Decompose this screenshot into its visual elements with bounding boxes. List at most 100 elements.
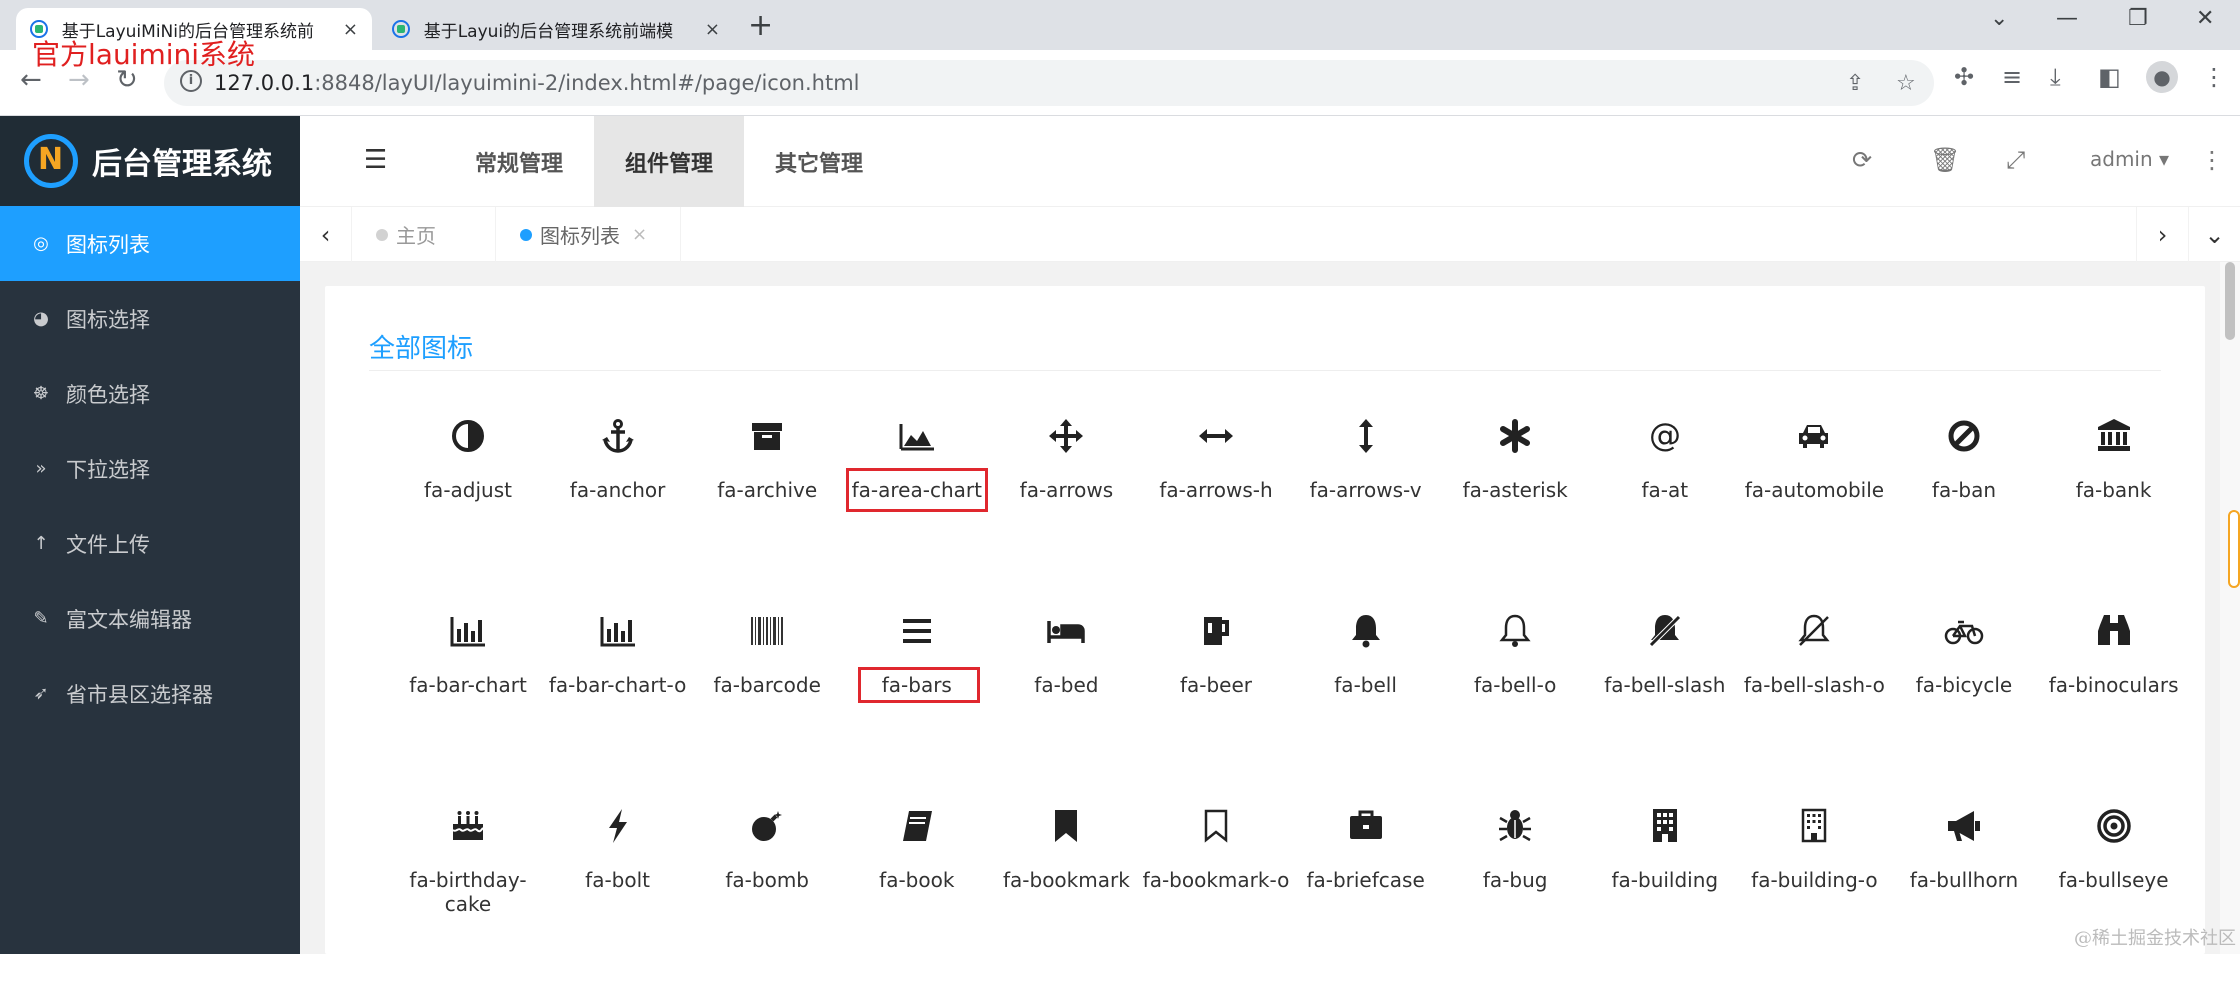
address-bar[interactable]: i 127.0.0.1:8848/layUI/layuimini-2/index…	[164, 60, 1934, 106]
topnav-components[interactable]: 组件管理	[594, 116, 744, 207]
icon-item[interactable]: fa-book	[842, 796, 992, 986]
close-page-tab-icon[interactable]: ×	[632, 224, 647, 245]
icon-item[interactable]: fa-bars	[842, 601, 992, 791]
sidebar-item[interactable]: » 下拉选择	[0, 431, 300, 506]
tab-search-icon[interactable]: ⌄	[1990, 6, 2008, 31]
topnav-other[interactable]: 其它管理	[744, 116, 894, 207]
sidebar-item[interactable]: ☸ 颜色选择	[0, 356, 300, 431]
tabs-scroll-right-icon[interactable]: ›	[2136, 207, 2188, 262]
bookmark-star-icon[interactable]: ☆	[1896, 71, 1916, 96]
icon-item[interactable]: fa-arrows-h	[1141, 406, 1291, 596]
icon-item[interactable]: fa-asterisk	[1440, 406, 1590, 596]
icon-item[interactable]: fa-ban	[1889, 406, 2039, 596]
birthday-cake-icon	[393, 796, 543, 856]
side-panel-icon[interactable]: ◧	[2098, 63, 2121, 91]
close-window-icon[interactable]: ✕	[2196, 6, 2214, 31]
page-tabs-bar: ‹ 主页 图标列表 × › ⌄	[300, 207, 2240, 262]
icon-item[interactable]: fa-bullhorn	[1889, 796, 2039, 986]
collapse-menu-icon[interactable]: ☰	[364, 145, 387, 175]
icon-item[interactable]: fa-building-o	[1739, 796, 1889, 986]
icon-item[interactable]: fa-bar-chart	[393, 601, 543, 791]
sidebar-item[interactable]: ✎ 富文本编辑器	[0, 581, 300, 656]
bookmark-icon	[991, 796, 1141, 856]
icon-item[interactable]: fa-area-chart	[842, 406, 992, 596]
page-tab-icon-list[interactable]: 图标列表 ×	[496, 207, 681, 262]
icon-item[interactable]: fa-arrows-v	[1291, 406, 1441, 596]
icon-item[interactable]: @ fa-at	[1590, 406, 1740, 596]
icon-item[interactable]: fa-bell-slash	[1590, 601, 1740, 791]
tabs-scroll-left-icon[interactable]: ‹	[300, 207, 352, 262]
sidebar-menu: ◎ 图标列表 ◕ 图标选择 ☸ 颜色选择 » 下拉选择 ↑ 文件上传 ✎ 富文本编辑器 ➶ 省市县区选择器	[0, 206, 300, 731]
browser-tab-title: 基于Layui的后台管理系统前端模	[423, 21, 674, 42]
logo-icon	[24, 134, 78, 188]
share-icon[interactable]: ⇪	[1846, 71, 1864, 96]
icon-item[interactable]: fa-bug	[1440, 796, 1590, 986]
extensions-icon[interactable]: ✣	[1954, 63, 1974, 91]
icon-name: fa-bell-o	[1473, 673, 1557, 697]
icon-item[interactable]: fa-bar-chart-o	[543, 601, 693, 791]
bookmark-o-icon	[1141, 796, 1291, 856]
media-icon[interactable]: ≡	[2002, 63, 2022, 91]
sidebar-item[interactable]: ◕ 图标选择	[0, 281, 300, 356]
icon-item[interactable]: fa-automobile	[1739, 406, 1889, 596]
site-info-icon[interactable]: i	[180, 70, 202, 92]
bicycle-icon	[1889, 601, 2039, 661]
page-tab-home[interactable]: 主页	[352, 207, 496, 262]
icon-item[interactable]: fa-binoculars	[2039, 601, 2189, 791]
icon-item[interactable]: fa-briefcase	[1291, 796, 1441, 986]
icon-item[interactable]: fa-bomb	[692, 796, 842, 986]
icon-item[interactable]: fa-bicycle	[1889, 601, 2039, 791]
sidebar-item-label: 图标选择	[66, 307, 150, 332]
icon-name: fa-birthday-cake	[409, 868, 527, 916]
maximize-icon[interactable]: ❐	[2128, 6, 2148, 31]
download-icon[interactable]: ⤓	[2050, 63, 2061, 91]
clear-cache-icon[interactable]: 🗑	[1930, 146, 1960, 174]
archive-icon	[692, 406, 842, 466]
icon-name: fa-arrows-v	[1309, 478, 1422, 502]
profile-avatar[interactable]: ●	[2146, 61, 2178, 93]
close-tab-icon[interactable]: ×	[705, 19, 720, 40]
scrollbar[interactable]	[2220, 262, 2240, 954]
icon-item[interactable]: fa-barcode	[692, 601, 842, 791]
browser-menu-icon[interactable]: ⋮	[2202, 63, 2226, 91]
anchor-icon	[543, 406, 693, 466]
icon-item[interactable]: fa-bell-slash-o	[1739, 601, 1889, 791]
icon-item[interactable]: fa-building	[1590, 796, 1740, 986]
arrows-icon	[991, 406, 1141, 466]
icon-item[interactable]: fa-bullseye	[2039, 796, 2189, 986]
topnav-general[interactable]: 常规管理	[444, 116, 594, 207]
minimize-icon[interactable]: —	[2056, 6, 2078, 31]
sidebar-item[interactable]: ↑ 文件上传	[0, 506, 300, 581]
fullscreen-icon[interactable]: ⤢	[2006, 146, 2025, 174]
icon-item[interactable]: fa-birthday-cake	[393, 796, 543, 986]
close-tab-icon[interactable]: ×	[343, 19, 358, 40]
icon-name: fa-bullhorn	[1909, 868, 2019, 892]
sidebar-item[interactable]: ◎ 图标列表	[0, 206, 300, 281]
icon-name: fa-bell	[1334, 673, 1397, 697]
tabs-dropdown-icon[interactable]: ⌄	[2188, 207, 2240, 262]
icon-item[interactable]: fa-bell	[1291, 601, 1441, 791]
browser-tab[interactable]: 基于Layui的后台管理系统前端模 ×	[378, 8, 734, 50]
icon-item[interactable]: fa-arrows	[991, 406, 1141, 596]
icon-name: fa-binoculars	[2048, 673, 2179, 697]
new-tab-button[interactable]: +	[748, 8, 773, 44]
icon-item[interactable]: fa-bed	[991, 601, 1141, 791]
sidebar-item[interactable]: ➶ 省市县区选择器	[0, 656, 300, 731]
icon-item[interactable]: fa-bolt	[543, 796, 693, 986]
icon-item[interactable]: fa-bookmark	[991, 796, 1141, 986]
icon-name: fa-asterisk	[1462, 478, 1568, 502]
refresh-icon[interactable]: ⟳	[1852, 146, 1872, 174]
browser-toolbar: ← → ↻ i 127.0.0.1:8848/layUI/layuimini-2…	[0, 50, 2240, 116]
icon-item[interactable]: fa-bookmark-o	[1141, 796, 1291, 986]
icon-item[interactable]: fa-adjust	[393, 406, 543, 596]
user-menu[interactable]: admin ▾	[2090, 147, 2169, 171]
more-icon[interactable]: ⋮	[2200, 146, 2224, 174]
icon-item[interactable]: fa-bell-o	[1440, 601, 1590, 791]
icon-item[interactable]: fa-beer	[1141, 601, 1291, 791]
icon-item[interactable]: fa-bank	[2039, 406, 2189, 596]
app-logo[interactable]: 后台管理系统	[0, 116, 300, 206]
scrollbar-thumb[interactable]	[2225, 262, 2235, 340]
icon-item[interactable]: fa-anchor	[543, 406, 693, 596]
icon-item[interactable]: fa-archive	[692, 406, 842, 596]
tab-dot-icon	[376, 228, 388, 241]
